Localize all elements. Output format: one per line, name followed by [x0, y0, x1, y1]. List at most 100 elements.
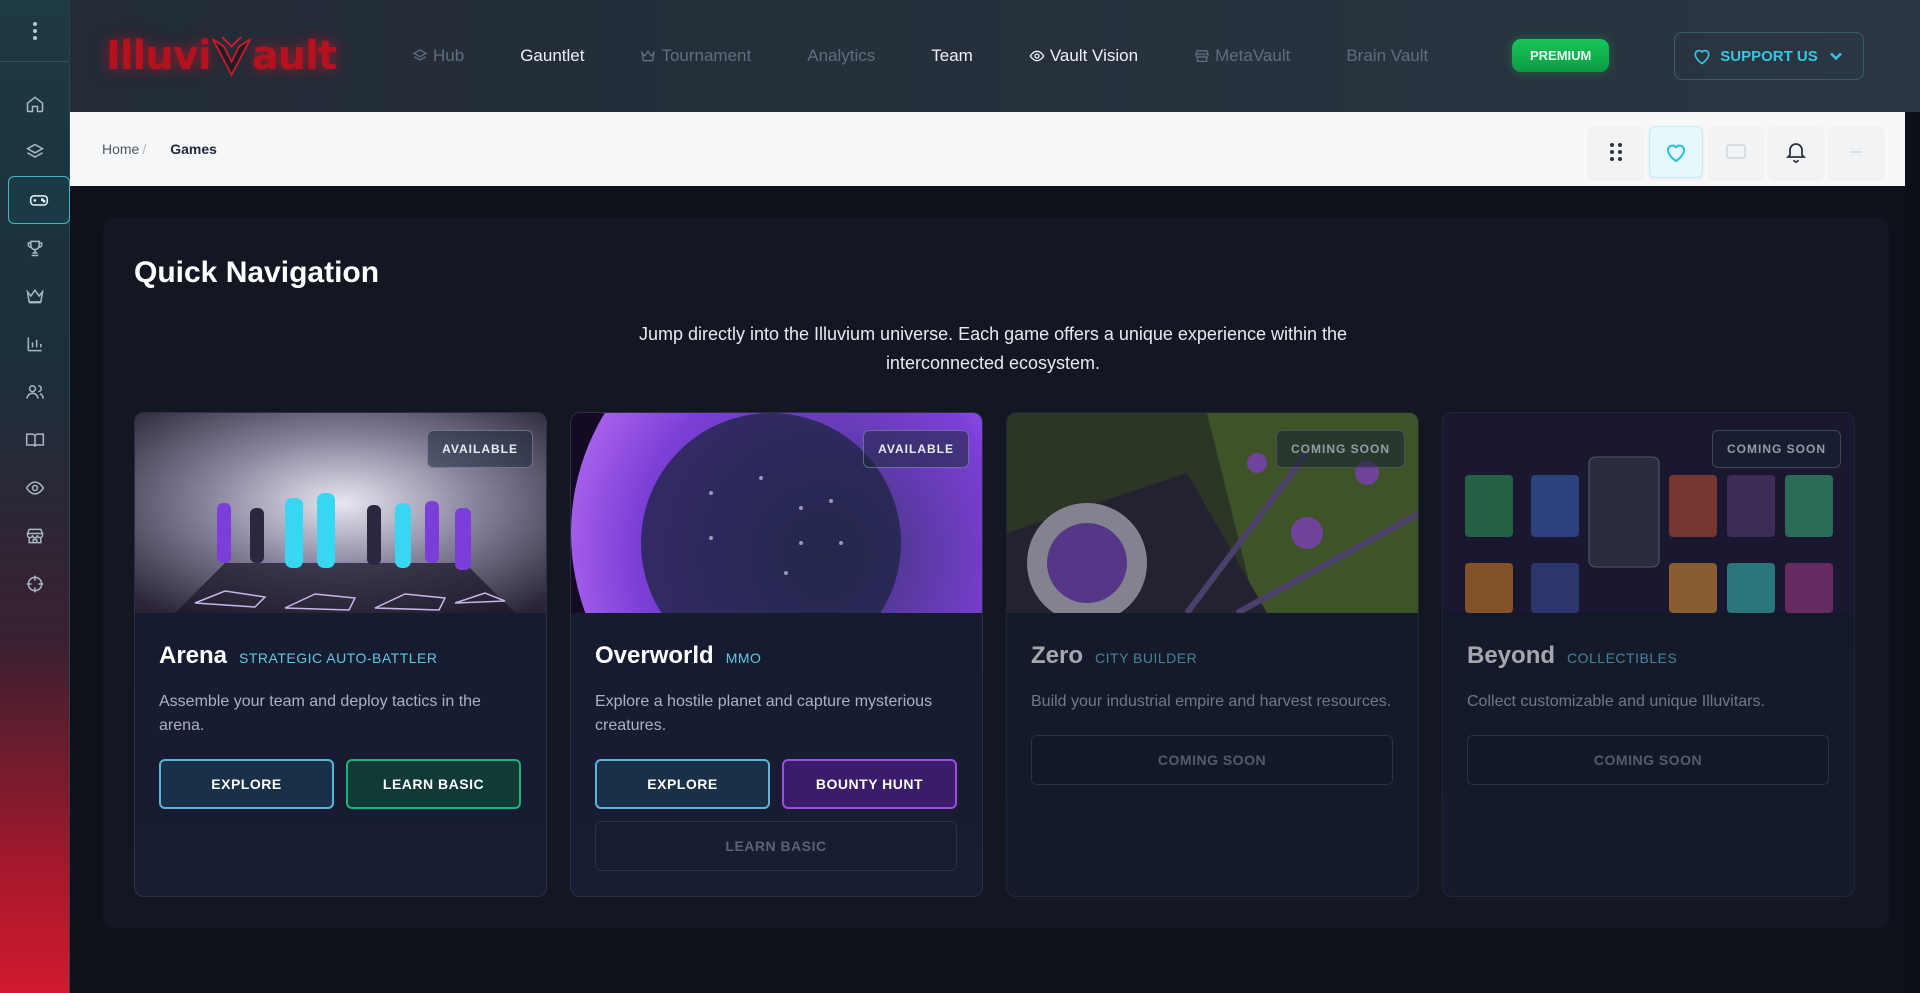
sidebar-item-vault-vision[interactable]: [0, 464, 70, 512]
sidebar-item-hub[interactable]: [0, 128, 70, 176]
toolbar: [1589, 126, 1883, 178]
top-header: Illuvi ault Hub Gauntlet Tournament Anal…: [70, 0, 1920, 112]
minus-icon: [1850, 151, 1862, 153]
beyond-image: COMING SOON: [1443, 413, 1854, 613]
overworld-bounty-hunt-button[interactable]: BOUNTY HUNT: [782, 759, 957, 809]
page-description: Jump directly into the Illuvium universe…: [638, 324, 1348, 373]
nav-hub[interactable]: Hub: [412, 46, 464, 66]
card-tag: COLLECTIBLES: [1567, 650, 1678, 666]
game-card-overworld: AVAILABLE Overworld MMO Explore a hostil…: [570, 412, 983, 897]
sidebar-item-bounty[interactable]: [0, 560, 70, 608]
sidebar-item-analytics[interactable]: [0, 320, 70, 368]
card-description: Collect customizable and unique Illuvita…: [1467, 693, 1765, 710]
nav-team[interactable]: Team: [931, 46, 973, 66]
favorites-button[interactable]: [1649, 126, 1703, 178]
breadcrumb-current: Games: [170, 141, 217, 157]
messages-button[interactable]: [1709, 126, 1763, 178]
main-nav: Hub Gauntlet Tournament Analytics Team V…: [412, 0, 1484, 112]
layers-icon: [412, 49, 428, 61]
sidebar-item-metavault[interactable]: [0, 512, 70, 560]
sidebar-item-gauntlet[interactable]: [0, 224, 70, 272]
sidebar-item-home[interactable]: [0, 80, 70, 128]
status-badge: COMING SOON: [1711, 430, 1841, 468]
sidebar-item-guide[interactable]: [0, 416, 70, 464]
beyond-coming-soon-button: COMING SOON: [1467, 735, 1829, 785]
nav-metavault-label: MetaVault: [1215, 46, 1291, 65]
heart-icon: [1694, 49, 1710, 65]
card-title: Arena: [159, 642, 228, 669]
logo-text-left: Illuvi: [106, 33, 212, 79]
nav-analytics-label: Analytics: [807, 46, 876, 65]
store-icon: [26, 528, 44, 544]
premium-label: PREMIUM: [1530, 48, 1592, 63]
quick-navigation-panel: Quick Navigation Jump directly into the …: [103, 218, 1889, 928]
arena-image: AVAILABLE: [135, 413, 546, 613]
app-logo[interactable]: Illuvi ault: [106, 28, 337, 84]
logo-text-right: ault: [251, 33, 337, 79]
gamepad-icon: [29, 195, 49, 206]
sidebar-menu-button[interactable]: [0, 0, 69, 62]
card-title: Overworld: [595, 642, 714, 669]
card-title: Beyond: [1467, 642, 1556, 669]
bounty-hunt-label: BOUNTY HUNT: [815, 776, 924, 792]
nav-gauntlet-label: Gauntlet: [520, 46, 585, 65]
bell-icon: [1785, 143, 1807, 163]
users-icon: [26, 385, 44, 399]
breadcrumb: Home / Games: [70, 112, 1905, 186]
book-icon: [25, 433, 45, 447]
trophy-icon: [27, 240, 43, 257]
overworld-learn-basic-button[interactable]: LEARN BASIC: [595, 821, 957, 871]
zero-coming-soon-button: COMING SOON: [1031, 735, 1393, 785]
page-title: Quick Navigation: [134, 256, 380, 289]
crown-icon: [641, 50, 656, 62]
breadcrumb-home[interactable]: Home: [102, 141, 139, 157]
eye-icon: [25, 481, 45, 495]
card-description: Explore a hostile planet and capture mys…: [595, 693, 933, 734]
premium-button[interactable]: PREMIUM: [1512, 39, 1610, 72]
nav-vault-vision[interactable]: Vault Vision: [1029, 46, 1138, 66]
overworld-image: AVAILABLE: [571, 413, 982, 613]
nav-team-label: Team: [931, 46, 973, 65]
arena-explore-button[interactable]: EXPLORE: [159, 759, 334, 809]
card-tag: CITY BUILDER: [1095, 650, 1198, 666]
layers-icon: [25, 143, 45, 158]
support-us-button[interactable]: SUPPORT US: [1674, 32, 1864, 80]
nav-tournament[interactable]: Tournament: [640, 46, 751, 66]
nav-analytics[interactable]: Analytics: [807, 46, 875, 66]
status-badge: AVAILABLE: [863, 430, 969, 468]
nav-brain-vault[interactable]: Brain Vault: [1346, 46, 1428, 66]
crown-icon: [26, 288, 44, 304]
home-icon: [26, 96, 44, 113]
sidebar-item-team[interactable]: [0, 368, 70, 416]
sidebar-item-games[interactable]: [8, 176, 70, 224]
grip-dots-icon: [1610, 143, 1622, 161]
eye-icon: [1029, 50, 1045, 62]
arena-learn-basic-button[interactable]: LEARN BASIC: [346, 759, 521, 809]
nav-gauntlet[interactable]: Gauntlet: [520, 46, 584, 66]
status-badge: COMING SOON: [1275, 430, 1405, 468]
sidebar: [0, 0, 70, 993]
overworld-explore-button[interactable]: EXPLORE: [595, 759, 770, 809]
card-tag: STRATEGIC AUTO-BATTLER: [239, 650, 438, 666]
game-card-beyond: COMING SOON Beyond COLLECTIBLES Collect …: [1442, 412, 1855, 897]
card-description: Build your industrial empire and harvest…: [1031, 693, 1392, 710]
more-vertical-icon: [32, 21, 37, 40]
chevron-down-icon: [1829, 52, 1842, 61]
user-menu-button[interactable]: [1829, 126, 1883, 178]
nav-metavault[interactable]: MetaVault: [1194, 46, 1290, 66]
breadcrumb-separator: /: [142, 141, 147, 157]
game-card-arena: AVAILABLE Arena STRATEGIC AUTO-BATTLER A…: [134, 412, 547, 897]
nav-vault-vision-label: Vault Vision: [1049, 46, 1139, 65]
card-description: Assemble your team and deploy tactics in…: [159, 693, 481, 734]
store-icon: [1195, 50, 1209, 62]
nav-brain-vault-label: Brain Vault: [1346, 46, 1429, 65]
apps-button[interactable]: [1589, 126, 1643, 178]
zero-image: COMING SOON: [1007, 413, 1418, 613]
game-card-zero: COMING SOON Zero CITY BUILDER Build your…: [1006, 412, 1419, 897]
notifications-button[interactable]: [1769, 126, 1823, 178]
logo-v-emblem-icon: [211, 36, 251, 77]
sidebar-item-tournament[interactable]: [0, 272, 70, 320]
card-title: Zero: [1031, 642, 1084, 669]
chart-icon: [27, 337, 42, 352]
message-icon: [1726, 144, 1746, 159]
